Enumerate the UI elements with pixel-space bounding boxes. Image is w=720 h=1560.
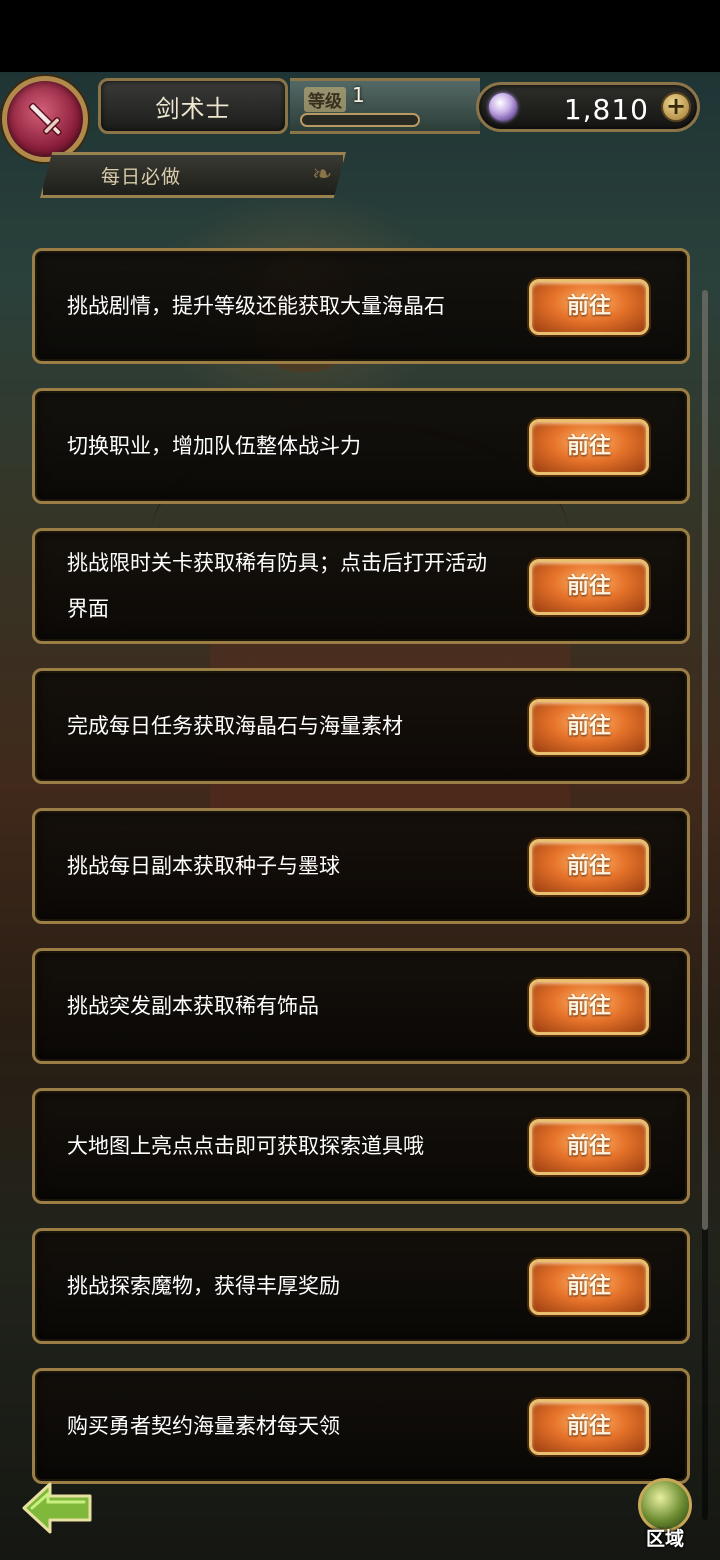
task-text: 切换职业，增加队伍整体战斗力: [67, 434, 361, 458]
task-item: 购买勇者契约海量素材每天领 前往: [32, 1368, 690, 1484]
gem-currency-panel: 1,810 +: [476, 82, 700, 132]
go-button[interactable]: 前往: [529, 279, 649, 335]
task-item: 挑战限时关卡获取稀有防具；点击后打开活动界面 前往: [32, 528, 690, 644]
region-button[interactable]: 区域: [630, 1478, 700, 1554]
task-text: 大地图上亮点点击即可获取探索道具哦: [67, 1134, 424, 1158]
task-text: 挑战探索魔物，获得丰厚奖励: [67, 1274, 340, 1298]
add-gems-button[interactable]: +: [661, 92, 691, 122]
tab-ornament-icon: ❧: [312, 160, 333, 188]
tab-label: 每日必做: [101, 165, 182, 188]
sword-icon: [28, 102, 62, 136]
task-item: 挑战突发副本获取稀有饰品 前往: [32, 948, 690, 1064]
back-arrow-icon: [22, 1482, 92, 1534]
task-list[interactable]: 挑战剧情，提升等级还能获取大量海晶石 前往 切换职业，增加队伍整体战斗力 前往 …: [0, 248, 720, 1488]
go-button[interactable]: 前往: [529, 1399, 649, 1455]
go-button[interactable]: 前往: [529, 1119, 649, 1175]
class-name-plate: 剑术士: [98, 78, 288, 134]
tab-daily-must-do[interactable]: 每日必做: [40, 152, 346, 198]
gem-icon: [489, 93, 517, 121]
task-item: 大地图上亮点点击即可获取探索道具哦 前往: [32, 1088, 690, 1204]
task-text: 挑战剧情，提升等级还能获取大量海晶石: [67, 294, 445, 318]
task-item: 切换职业，增加队伍整体战斗力 前往: [32, 388, 690, 504]
task-item: 挑战每日副本获取种子与墨球 前往: [32, 808, 690, 924]
task-item: 挑战探索魔物，获得丰厚奖励 前往: [32, 1228, 690, 1344]
back-button[interactable]: [20, 1480, 94, 1536]
scrollbar[interactable]: [702, 290, 708, 1520]
task-item: 挑战剧情，提升等级还能获取大量海晶石 前往: [32, 248, 690, 364]
level-value: 1: [352, 83, 365, 107]
region-label: 区域: [645, 1528, 684, 1550]
level-label: 等级: [304, 87, 346, 112]
go-button[interactable]: 前往: [529, 559, 649, 615]
task-text: 完成每日任务获取海晶石与海量素材: [67, 714, 403, 738]
go-button[interactable]: 前往: [529, 1259, 649, 1315]
go-button[interactable]: 前往: [529, 979, 649, 1035]
scrollbar-thumb[interactable]: [702, 290, 708, 1230]
go-button[interactable]: 前往: [529, 699, 649, 755]
task-item: 完成每日任务获取海晶石与海量素材 前往: [32, 668, 690, 784]
level-progress-bar: [300, 113, 420, 127]
task-text: 挑战限时关卡获取稀有防具；点击后打开活动界面: [67, 551, 487, 621]
go-button[interactable]: 前往: [529, 419, 649, 475]
top-black-bar: [0, 0, 720, 72]
task-text: 挑战突发副本获取稀有饰品: [67, 994, 319, 1018]
go-button[interactable]: 前往: [529, 839, 649, 895]
class-name: 剑术士: [155, 94, 231, 123]
task-text: 购买勇者契约海量素材每天领: [67, 1414, 340, 1438]
class-emblem[interactable]: [2, 76, 88, 162]
task-text: 挑战每日副本获取种子与墨球: [67, 854, 340, 878]
level-panel: 等级 1: [290, 78, 480, 134]
gem-count: 1,810: [563, 93, 649, 126]
